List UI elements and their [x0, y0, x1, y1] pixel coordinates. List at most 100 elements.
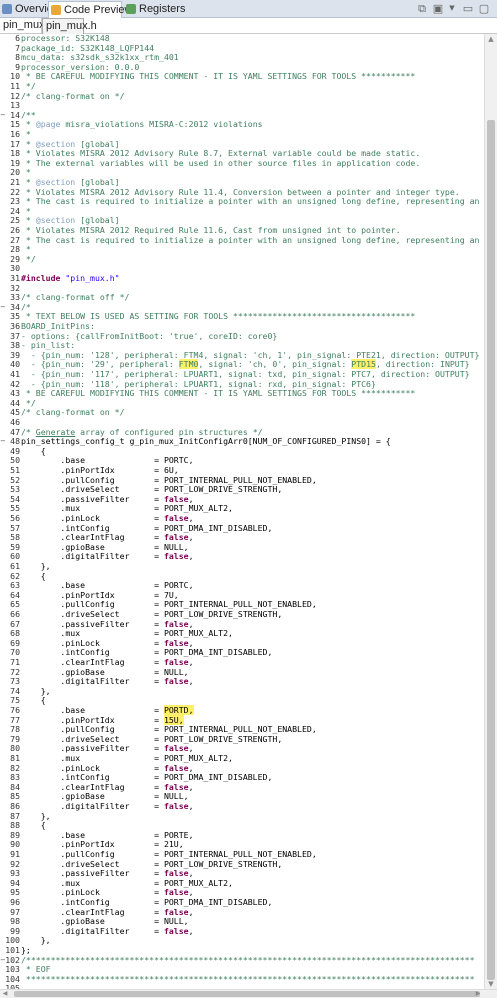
copy-icon[interactable]: ⧉ — [415, 1, 429, 16]
fold-toggle-icon[interactable]: − — [0, 437, 8, 447]
code-token: , — [188, 906, 194, 917]
code-token: , — [188, 657, 194, 667]
code-token: pin_settings_config_t g_pin_mux_InitConf… — [21, 436, 248, 447]
file-tab-pin-mux-c[interactable]: pin_mux.c — [0, 18, 53, 34]
code-token: false — [163, 676, 189, 687]
code-editor[interactable]: 6processor: S32K148 7package_id: S32K148_… — [0, 34, 484, 989]
code-token: .digitalFilter = — [21, 551, 164, 562]
code-token: .pullConfig = PORT_INTERNAL_PULL_NOT_ENA… — [21, 724, 317, 735]
fold-toggle-icon[interactable]: − — [0, 303, 8, 313]
code-token: */ — [21, 397, 36, 408]
tab-code-preview[interactable]: Code Preview — [48, 1, 132, 19]
code-token: - {pin_num: '117', peripheral: LPUART1, … — [21, 369, 470, 379]
code-token: .gpioBase = NULL, — [21, 541, 189, 552]
vertical-scroll-thumb[interactable] — [487, 120, 495, 980]
code-token: , — [188, 637, 194, 648]
tab-registers[interactable]: Registers — [124, 1, 186, 17]
code-token: * The external variables will be used in… — [21, 157, 421, 168]
code-line: −48pin_settings_config_t g_pin_mux_InitC… — [0, 436, 391, 447]
code-token: false — [163, 762, 189, 773]
save-icon[interactable]: ▣ — [431, 1, 445, 16]
code-token: [global] — [75, 215, 120, 226]
code-token: package_id: S32K148_LQFP144 — [21, 42, 155, 53]
scroll-up-icon[interactable]: ▲ — [485, 34, 497, 44]
code-token: .passiveFilter = — [21, 618, 164, 629]
scroll-down-icon[interactable]: ▼ — [485, 979, 497, 989]
code-token: , — [188, 618, 194, 629]
code-token: Generate — [35, 426, 76, 437]
code-token: .base = PORTE, — [21, 829, 194, 840]
code-token: PORTD, — [163, 705, 194, 715]
code-token: .clearIntFlag = — [21, 906, 164, 917]
code-token: , — [188, 676, 194, 687]
code-token: .pinLock = — [21, 762, 164, 773]
vertical-scrollbar[interactable]: ▲ ▼ — [484, 34, 497, 989]
code-token: , — [188, 762, 194, 773]
code-token: false — [163, 493, 189, 504]
code-token: .intConfig = PORT_DMA_INT_DISABLED, — [21, 647, 273, 658]
code-token: processor_version: 0.0.0 — [21, 61, 140, 72]
code-token: false — [163, 868, 189, 879]
code-token: , — [188, 743, 194, 754]
maximize-icon[interactable]: ▢ — [477, 1, 491, 16]
code-token: .pullConfig = PORT_INTERNAL_PULL_NOT_ENA… — [21, 474, 317, 485]
scroll-left-icon[interactable]: ◀ — [0, 990, 10, 998]
code-token: .driveSelect = PORT_LOW_DRIVE_STRENGTH, — [21, 858, 283, 869]
fold-toggle-icon[interactable]: − — [0, 111, 8, 121]
code-token: , — [188, 532, 194, 543]
minimize-icon[interactable]: ▭ — [461, 1, 475, 16]
code-token: * — [21, 129, 31, 139]
code-token: * — [21, 167, 31, 178]
code-token: .mux = PORT_MUX_ALT2, — [21, 753, 233, 763]
code-line: 27 * The cast is required to initialize … — [0, 235, 484, 246]
tab-overview[interactable]: Overview — [0, 1, 61, 17]
code-token: .pinPortIdx = 21U, — [21, 839, 184, 850]
code-token: , — [188, 781, 194, 792]
dropdown-arrow-icon[interactable]: ▼ — [445, 1, 459, 16]
code-token: }, — [21, 685, 51, 696]
code-token: { — [21, 570, 46, 581]
code-token: .gpioBase = NULL, — [21, 791, 189, 802]
tab-label: Registers — [139, 3, 186, 15]
code-token: false — [163, 551, 189, 562]
code-token: array of configured pin structures */ — [75, 426, 263, 437]
code-token: }, — [21, 561, 51, 571]
code-token: * — [21, 205, 31, 216]
code-token: @section — [35, 215, 76, 226]
code-token: * — [21, 119, 36, 130]
code-token: false — [163, 657, 189, 667]
code-token: { — [21, 445, 46, 456]
code-token: }, — [21, 810, 51, 821]
code-token: /* — [21, 426, 36, 437]
code-token: , — [188, 887, 194, 898]
code-token: .mux = PORT_MUX_ALT2, — [21, 503, 233, 514]
file-tab-pin-mux-h[interactable]: pin_mux.h — [42, 18, 97, 34]
code-token: .base = — [21, 705, 164, 715]
code-token: misra_violations MISRA-C:2012 violations — [60, 119, 263, 130]
overview-icon — [2, 4, 12, 14]
code-token: false — [163, 637, 189, 648]
code-token: , direction: INPUT} — [375, 359, 470, 370]
code-token: * — [21, 138, 36, 149]
scroll-right-icon[interactable]: ▶ — [473, 990, 483, 998]
code-token: - {pin_num: '29', peripheral: — [21, 359, 179, 370]
code-token: * — [21, 215, 36, 226]
code-token: /* clang-format off */ — [21, 292, 130, 303]
code-token: .digitalFilter = — [21, 676, 164, 687]
code-token: * — [21, 244, 31, 255]
code-token: "pin_mux.h" — [65, 273, 120, 283]
code-token: , — [188, 868, 194, 879]
code-token: false — [163, 532, 189, 543]
view-tab-bar: Overview Code Preview Registers ⧉ ▣ ▼ ▭ … — [0, 0, 497, 19]
code-token: .clearIntFlag = — [21, 657, 164, 667]
code-token: .digitalFilter = — [21, 925, 164, 936]
code-line: 19 * The external variables will be used… — [0, 157, 421, 169]
code-token: /* — [21, 301, 31, 312]
horizontal-scroll-thumb[interactable] — [14, 991, 480, 997]
code-token: /***************************************… — [21, 954, 475, 965]
horizontal-scrollbar[interactable]: ◀ ▶ — [0, 989, 497, 998]
code-token: .intConfig = PORT_DMA_INT_DISABLED, — [21, 897, 273, 907]
code-token: .pinLock = — [21, 513, 164, 523]
code-token: ****************************************… — [21, 973, 475, 984]
code-token: .pullConfig = PORT_INTERNAL_PULL_NOT_ENA… — [21, 849, 317, 859]
